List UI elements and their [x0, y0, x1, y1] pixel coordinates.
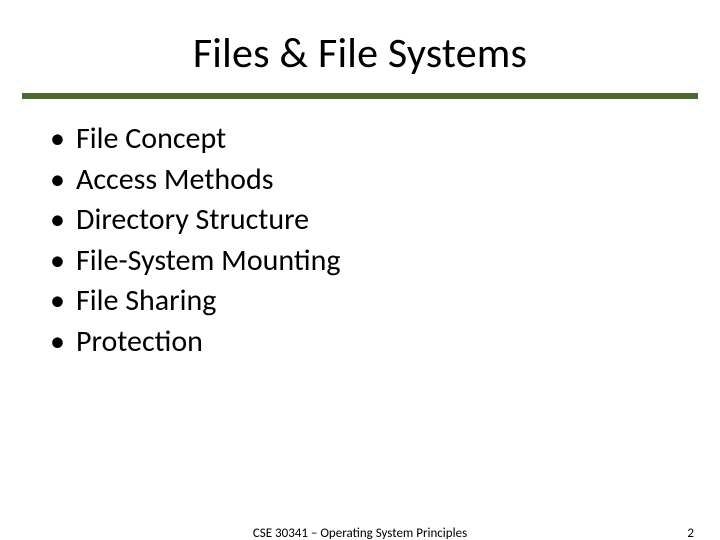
footer-page-number: 2	[687, 526, 694, 540]
list-item: File-System Mounting	[40, 241, 680, 282]
list-item: File Sharing	[40, 281, 680, 322]
slide: Files & File Systems File Concept Access…	[0, 0, 720, 540]
footer-course: CSE 30341 – Operating System Principles	[0, 526, 720, 540]
list-item: Protection	[40, 322, 680, 363]
bullet-list: File Concept Access Methods Directory St…	[40, 119, 680, 362]
list-item: File Concept	[40, 119, 680, 160]
slide-title: Files & File Systems	[0, 0, 720, 93]
slide-content: File Concept Access Methods Directory St…	[0, 99, 720, 362]
list-item: Access Methods	[40, 160, 680, 201]
list-item: Directory Structure	[40, 200, 680, 241]
